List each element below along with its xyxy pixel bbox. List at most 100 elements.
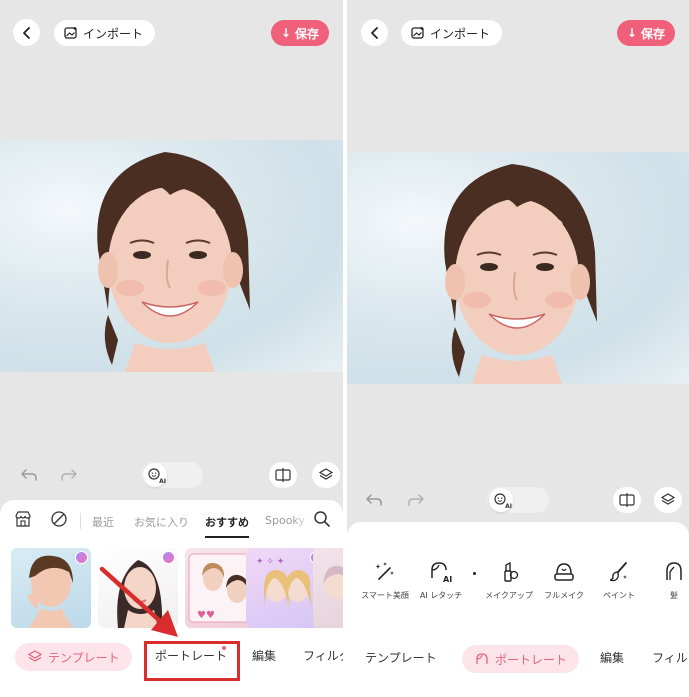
portrait-face-icon <box>476 653 488 664</box>
svg-text:AI: AI <box>443 575 452 584</box>
active-category-underline <box>205 536 249 538</box>
layers-icon <box>27 650 43 662</box>
tool-ai-retouch[interactable]: AI AI レタッチ <box>411 560 471 601</box>
template-thumbnail[interactable] <box>98 548 178 628</box>
fade-mask <box>292 508 312 538</box>
tool-makeup[interactable]: メイクアップ <box>479 560 539 601</box>
chevron-left-icon <box>22 26 30 39</box>
store-icon <box>15 511 31 527</box>
compare-button[interactable] <box>269 462 297 488</box>
photo-canvas[interactable] <box>0 140 343 372</box>
store-icon-button[interactable] <box>14 510 32 531</box>
category-row: 最近 お気に入り おすすめ Spooky <box>0 508 343 538</box>
save-label: 保存 <box>640 26 665 41</box>
template-thumbnail[interactable] <box>313 548 343 628</box>
category-recent[interactable]: 最近 <box>92 514 114 530</box>
import-label: インポート <box>430 26 491 41</box>
search-button[interactable] <box>313 510 331 531</box>
tool-paint[interactable]: ペイント <box>589 560 649 601</box>
import-button[interactable]: インポート <box>54 20 156 46</box>
portrait-tools-row: スマート美顔 AI AI レタッチ メイクアップ フルメイク ペイント 髪 <box>347 560 689 616</box>
save-button[interactable]: ↓ 保存 <box>616 20 675 46</box>
svg-text:✦ ✧ ✦: ✦ ✧ ✦ <box>256 557 285 567</box>
category-favorites[interactable]: お気に入り <box>134 514 189 530</box>
nav-filter[interactable]: フィルタ <box>303 647 343 664</box>
tool-hair[interactable]: 髪 <box>644 560 689 601</box>
nav-template[interactable]: テンプレート <box>365 649 437 666</box>
undo-button[interactable] <box>18 464 40 486</box>
right-screen: インポート ↓ 保存 AI スマート美顔 AI AI レタッチ メイクアップ フ… <box>347 0 689 697</box>
face-ai-toggle[interactable]: AI <box>141 462 203 488</box>
hair-icon <box>666 562 682 580</box>
brush-icon <box>609 562 627 582</box>
category-recommended[interactable]: おすすめ <box>205 514 249 530</box>
template-image <box>323 565 343 599</box>
layers-button[interactable] <box>654 487 682 513</box>
left-screen: インポート ↓ 保存 AI 最近 お気に入り おすすめ Spooky ♥♥ ✦ … <box>0 0 343 697</box>
save-label: 保存 <box>294 26 319 41</box>
bottom-nav: テンプレート ポートレート 編集 フィル <box>347 639 689 679</box>
tool-label: フルメイク <box>544 591 584 600</box>
portrait-tab-highlight <box>144 641 240 681</box>
back-button[interactable] <box>13 19 40 46</box>
undo-icon <box>21 469 37 481</box>
premium-badge-icon <box>75 551 88 564</box>
prohibited-icon <box>51 511 67 527</box>
svg-text:♥♥: ♥♥ <box>197 610 215 621</box>
nav-template[interactable]: テンプレート <box>15 643 132 671</box>
face-ai-knob: AI <box>143 463 167 487</box>
nav-portrait-label: ポートレート <box>495 652 568 667</box>
face-ai-badge: AI <box>159 478 166 485</box>
compare-icon <box>619 493 635 507</box>
tool-label: 髪 <box>670 591 678 600</box>
tool-label: メイクアップ <box>485 591 533 600</box>
new-dot-badge <box>473 572 476 575</box>
import-button[interactable]: インポート <box>401 20 503 46</box>
tool-smart-beauty[interactable]: スマート美顔 <box>355 560 415 601</box>
tool-label: スマート美顔 <box>361 591 409 600</box>
face-ai-knob: AI <box>489 488 513 512</box>
layers-button[interactable] <box>312 462 340 488</box>
nav-edit[interactable]: 編集 <box>600 649 624 666</box>
download-arrow-icon: ↓ <box>626 26 637 40</box>
redo-button[interactable] <box>405 489 427 511</box>
full-makeup-icon <box>554 563 574 581</box>
undo-button[interactable] <box>363 489 385 511</box>
ai-retouch-icon: AI <box>431 562 452 584</box>
premium-badge-icon <box>162 551 175 564</box>
photo-canvas[interactable] <box>347 152 689 384</box>
compare-icon <box>275 468 291 482</box>
nav-filter[interactable]: フィル <box>652 649 688 666</box>
tool-label: ペイント <box>603 591 635 600</box>
image-import-icon <box>411 27 424 39</box>
template-thumbnail[interactable] <box>11 548 91 628</box>
redo-button[interactable] <box>58 464 80 486</box>
back-button[interactable] <box>361 19 388 46</box>
tool-label: AI レタッチ <box>419 591 463 600</box>
layers-icon <box>318 468 334 480</box>
magic-wand-icon <box>375 562 394 580</box>
chevron-left-icon <box>370 26 378 39</box>
divider <box>80 513 81 529</box>
edit-controls: AI <box>347 487 689 515</box>
redo-icon <box>408 494 424 506</box>
import-label: インポート <box>83 26 144 41</box>
layers-icon <box>660 493 676 505</box>
portrait-tools-sheet: スマート美顔 AI AI レタッチ メイクアップ フルメイク ペイント 髪 テン… <box>347 522 689 697</box>
search-icon <box>314 511 330 527</box>
undo-icon <box>366 494 382 506</box>
redo-icon <box>61 469 77 481</box>
portrait-photo <box>97 152 250 372</box>
tool-full-makeup[interactable]: フルメイク <box>534 560 594 601</box>
portrait-photo <box>444 164 597 384</box>
none-filter-button[interactable] <box>50 510 68 531</box>
compare-button[interactable] <box>613 487 641 513</box>
save-button[interactable]: ↓ 保存 <box>270 20 329 46</box>
image-import-icon <box>64 27 77 39</box>
face-ai-badge: AI <box>505 503 512 510</box>
nav-template-label: テンプレート <box>48 650 120 665</box>
nav-portrait[interactable]: ポートレート <box>462 645 580 673</box>
download-arrow-icon: ↓ <box>280 26 291 40</box>
nav-edit[interactable]: 編集 <box>252 647 276 664</box>
face-ai-toggle[interactable]: AI <box>487 487 549 513</box>
